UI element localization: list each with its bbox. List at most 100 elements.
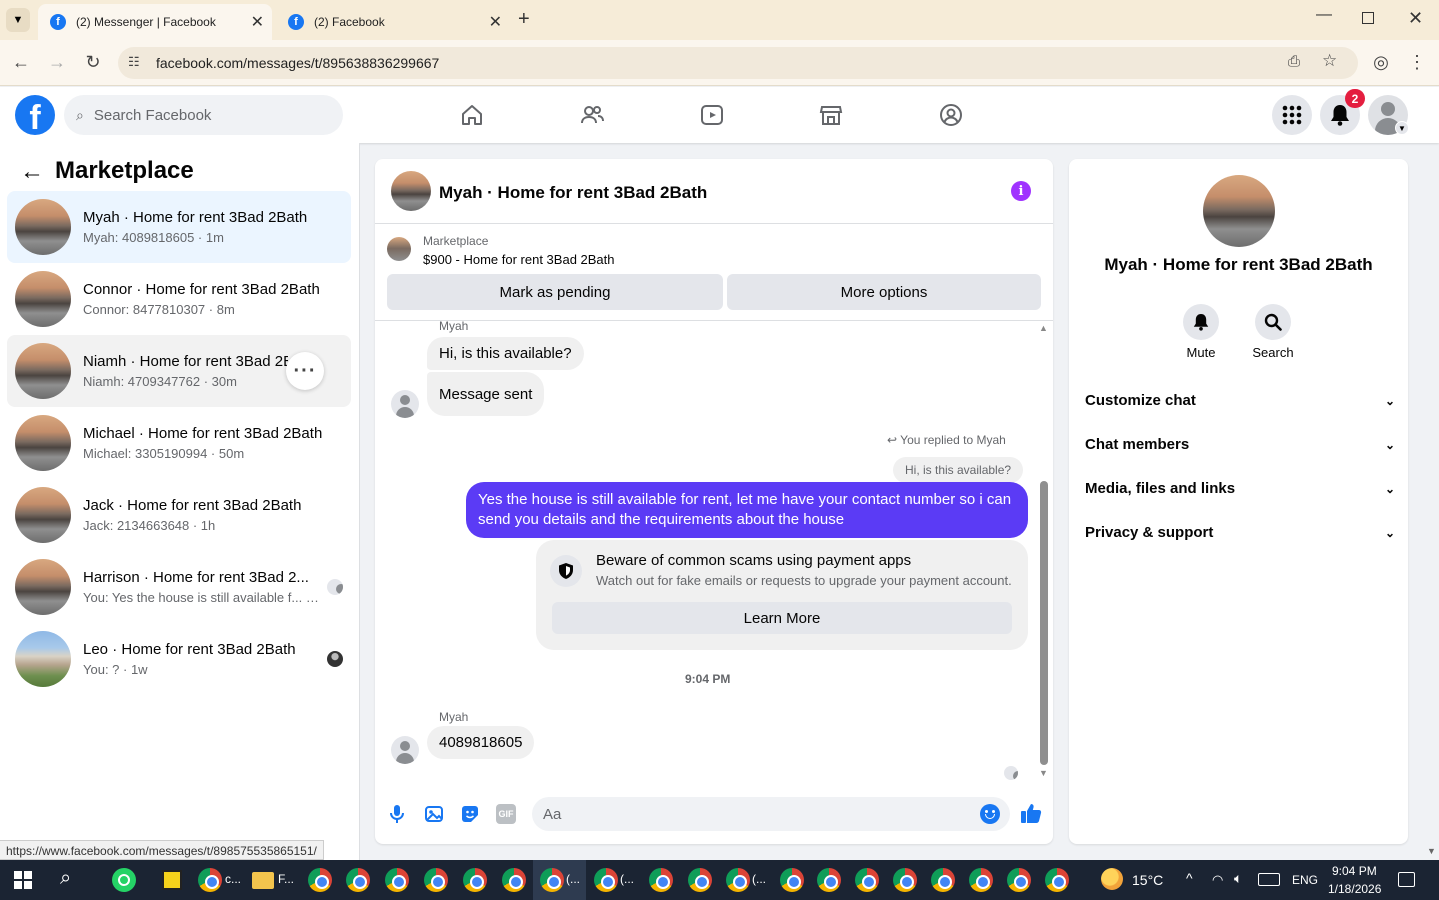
chrome-icon[interactable] — [931, 868, 955, 892]
close-window-icon[interactable]: ✕ — [1408, 8, 1423, 29]
sender-avatar[interactable] — [391, 390, 419, 418]
privacy-support-section[interactable]: Privacy & support ⌄ — [1085, 524, 1395, 541]
chrome-icon[interactable] — [385, 868, 409, 892]
browser-menu-icon[interactable]: ⋮ — [1405, 52, 1429, 73]
sender-avatar[interactable] — [391, 736, 419, 764]
mute-button[interactable] — [1183, 304, 1219, 340]
chrome-icon[interactable] — [198, 868, 222, 892]
language-indicator[interactable]: ENG — [1292, 873, 1318, 887]
listing-thumbnail[interactable] — [387, 237, 411, 261]
chrome-icon[interactable] — [1007, 868, 1031, 892]
more-options-button[interactable]: More options — [727, 274, 1041, 310]
chrome-icon[interactable] — [817, 868, 841, 892]
menu-grid-button[interactable] — [1272, 95, 1312, 135]
minimize-icon[interactable]: — — [1316, 6, 1332, 24]
clock-date[interactable]: 1/18/2026 — [1328, 882, 1381, 896]
scrollbar-thumb[interactable] — [1040, 481, 1048, 765]
chrome-icon[interactable] — [594, 868, 618, 892]
whatsapp-icon[interactable] — [112, 868, 136, 892]
profile-icon[interactable]: ◎ — [1369, 52, 1393, 73]
message-input[interactable]: Aa — [532, 797, 1010, 831]
site-info-icon[interactable]: ☷ — [128, 54, 140, 70]
incoming-message[interactable]: Message sent — [427, 372, 545, 416]
tab-facebook[interactable]: f (2) Facebook ✕ — [276, 4, 510, 40]
marketplace-nav-icon[interactable] — [815, 99, 847, 131]
scroll-up-icon[interactable]: ▲ — [1039, 323, 1048, 333]
video-nav-icon[interactable] — [696, 99, 728, 131]
weather-icon[interactable] — [1101, 868, 1123, 890]
install-app-icon[interactable]: ⎙ — [1288, 53, 1300, 70]
show-hidden-icons[interactable]: ^ — [1186, 870, 1193, 886]
back-arrow-icon[interactable]: ← — [20, 158, 44, 186]
conversation-item[interactable]: Michael · Home for rent 3Bad 2Bath Michae… — [7, 407, 351, 479]
chrome-icon[interactable] — [308, 868, 332, 892]
info-icon[interactable]: i — [1011, 181, 1031, 201]
address-bar[interactable]: ☷ facebook.com/messages/t/89563883629966… — [118, 47, 1358, 79]
chrome-icon[interactable] — [346, 868, 370, 892]
microphone-icon[interactable] — [389, 804, 405, 829]
network-icon[interactable]: ◠ — [1212, 872, 1223, 888]
customize-chat-section[interactable]: Customize chat ⌄ — [1085, 392, 1395, 409]
gaming-nav-icon[interactable] — [935, 99, 967, 131]
chat-header-avatar[interactable] — [391, 171, 431, 211]
search-input[interactable]: ⌕ Search Facebook — [64, 95, 343, 135]
conversation-item[interactable]: Harrison · Home for rent 3Bad 2... You: Y… — [7, 551, 351, 623]
incoming-message[interactable]: 4089818605 — [427, 726, 535, 759]
incoming-message[interactable]: Hi, is this available? — [427, 337, 584, 370]
facebook-logo-icon[interactable]: f — [15, 95, 55, 135]
quoted-message[interactable]: Hi, is this available? — [893, 457, 1024, 483]
chrome-icon[interactable] — [424, 868, 448, 892]
photo-icon[interactable] — [424, 804, 444, 829]
chrome-icon[interactable] — [540, 868, 564, 892]
close-tab-icon[interactable]: ✕ — [489, 12, 502, 32]
taskbar-search-icon[interactable]: ⌕ — [60, 867, 71, 890]
home-nav-icon[interactable] — [456, 99, 488, 131]
account-chevron-icon[interactable]: ▼ — [1395, 121, 1409, 135]
windows-start-icon[interactable] — [14, 871, 32, 889]
reload-icon[interactable]: ↻ — [81, 52, 105, 73]
chrome-icon[interactable] — [780, 868, 804, 892]
maximize-icon[interactable] — [1362, 12, 1374, 24]
file-explorer-icon[interactable] — [252, 872, 274, 889]
chrome-icon[interactable] — [649, 868, 673, 892]
tab-messenger[interactable]: f (2) Messenger | Facebook ✕ — [38, 4, 272, 40]
scroll-down-icon[interactable]: ▼ — [1039, 768, 1048, 778]
conversation-item[interactable]: Connor · Home for rent 3Bad 2Bath Connor:… — [7, 263, 351, 335]
close-tab-icon[interactable]: ✕ — [251, 12, 264, 32]
notification-center-icon[interactable] — [1398, 872, 1415, 887]
chat-members-section[interactable]: Chat members ⌄ — [1085, 436, 1395, 453]
page-scroll-down-icon[interactable]: ▼ — [1427, 846, 1436, 856]
volume-icon[interactable]: 🔈︎ — [1234, 870, 1242, 887]
sticky-notes-icon[interactable] — [162, 870, 182, 890]
mark-pending-button[interactable]: Mark as pending — [387, 274, 723, 310]
back-icon[interactable]: ← — [9, 52, 33, 73]
tab-list-dropdown[interactable]: ▼ — [6, 8, 30, 32]
clock-time[interactable]: 9:04 PM — [1332, 864, 1377, 878]
new-tab-button[interactable]: + — [518, 8, 530, 31]
chrome-icon[interactable] — [726, 868, 750, 892]
conversation-item[interactable]: Myah · Home for rent 3Bad 2Bath Myah: 408… — [7, 191, 351, 263]
keyboard-icon[interactable] — [1258, 873, 1280, 886]
chrome-icon[interactable] — [855, 868, 879, 892]
emoji-icon[interactable] — [980, 804, 1000, 824]
search-button[interactable] — [1255, 304, 1291, 340]
chrome-icon[interactable] — [502, 868, 526, 892]
chrome-icon[interactable] — [969, 868, 993, 892]
chrome-icon[interactable] — [893, 868, 917, 892]
gif-icon[interactable]: GIF — [496, 804, 516, 824]
weather-temp[interactable]: 15°C — [1132, 872, 1163, 888]
sticker-icon[interactable] — [460, 804, 480, 829]
chrome-icon[interactable] — [1045, 868, 1069, 892]
conversation-options-button[interactable]: ··· — [286, 352, 324, 390]
conversation-item[interactable]: Jack · Home for rent 3Bad 2Bath Jack: 213… — [7, 479, 351, 551]
chrome-icon[interactable] — [463, 868, 487, 892]
learn-more-button[interactable]: Learn More — [552, 602, 1012, 634]
bookmark-star-icon[interactable]: ☆ — [1322, 51, 1337, 71]
conversation-item[interactable]: Leo · Home for rent 3Bad 2Bath You: ? · 1… — [7, 623, 351, 695]
chat-title[interactable]: Myah · Home for rent 3Bad 2Bath — [439, 183, 707, 203]
media-files-links-section[interactable]: Media, files and links ⌄ — [1085, 480, 1395, 497]
friends-nav-icon[interactable] — [576, 99, 608, 131]
listing-title[interactable]: $900 - Home for rent 3Bad 2Bath — [423, 252, 615, 267]
chrome-icon[interactable] — [688, 868, 712, 892]
thumbs-up-icon[interactable] — [1020, 802, 1042, 829]
